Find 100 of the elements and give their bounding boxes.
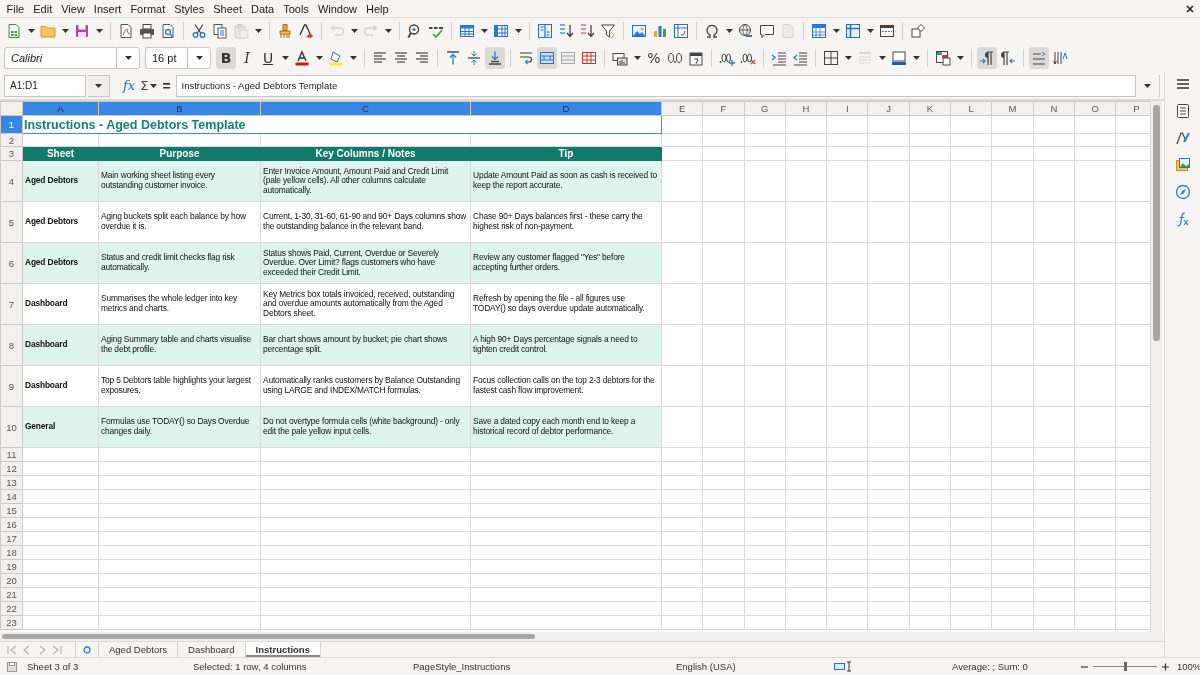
dropdown-button[interactable] (88, 74, 110, 97)
caret-icon[interactable] (833, 29, 840, 33)
caret-icon[interactable] (95, 83, 102, 88)
column-header[interactable]: I (826, 101, 868, 116)
formula-button[interactable]: = (159, 77, 174, 94)
column-header[interactable]: K (909, 101, 951, 116)
caret-icon[interactable] (957, 56, 964, 60)
row-header[interactable]: 10 (0, 406, 23, 448)
formula-input[interactable]: Instructions - Aged Debtors Template (175, 74, 1136, 97)
table-cell: Top 5 Debtors table highlights your largest exposures. (98, 365, 261, 407)
column-header[interactable]: F (702, 101, 745, 116)
column-header[interactable]: A (22, 101, 99, 116)
scrollbar-thumb[interactable] (1153, 105, 1160, 341)
percent-button[interactable]: % (644, 47, 664, 69)
caret-icon[interactable] (913, 56, 920, 60)
remove-decimal-icon (740, 50, 756, 66)
banknote-icon (612, 50, 628, 66)
column-header[interactable]: M (991, 101, 1034, 116)
underline-button[interactable]: U (258, 47, 278, 69)
row-header[interactable]: 8 (0, 324, 23, 366)
column-header[interactable]: D (470, 101, 662, 116)
caret-icon[interactable] (282, 56, 289, 60)
caret-icon[interactable] (845, 56, 852, 60)
compass-icon[interactable] (1175, 184, 1191, 200)
caret-icon[interactable] (255, 29, 262, 33)
menu-item[interactable]: File (2, 2, 29, 15)
caret-icon[interactable] (28, 29, 35, 33)
text-horizontal-button[interactable] (1029, 47, 1049, 69)
italic-button[interactable]: I (237, 47, 257, 69)
merge-and-center-button[interactable] (537, 47, 557, 69)
caret-icon[interactable] (350, 56, 357, 60)
name-box[interactable]: A1:D1 (4, 74, 86, 97)
column-header[interactable]: B (98, 101, 261, 116)
sheet-tab[interactable]: Instructions (245, 642, 321, 657)
menu-item[interactable]: Help (361, 2, 394, 15)
caret-icon[interactable] (515, 29, 522, 33)
language[interactable]: English (USA) (676, 661, 834, 672)
table-cell: Do not overtype formula cells (white background) - only edit the pale yellow input cells. (260, 406, 471, 448)
pdf-document-icon (118, 23, 134, 39)
dropdown-button[interactable] (187, 47, 211, 69)
column-header[interactable]: L (950, 101, 992, 116)
row-header[interactable]: 6 (0, 242, 23, 284)
left-to-right-button[interactable] (977, 47, 997, 69)
caret-icon[interactable] (62, 29, 69, 33)
row-header[interactable]: 5 (0, 201, 23, 243)
menu-item[interactable]: Insert (89, 2, 126, 15)
bold-button[interactable]: B (216, 47, 236, 69)
table-cell: Aging buckets split each balance by how overdue it is. (98, 201, 261, 243)
caret-icon[interactable] (1144, 83, 1151, 88)
menu-item[interactable]: Sheet (208, 2, 247, 15)
caret-icon[interactable] (316, 56, 323, 60)
align-bottom-button[interactable] (485, 47, 505, 69)
font-size-field[interactable]: 16 pt (145, 47, 187, 69)
menu-item[interactable]: Data (246, 2, 279, 15)
caret-icon[interactable] (351, 29, 358, 33)
row-header[interactable]: 9 (0, 365, 23, 407)
column-header[interactable]: N (1033, 101, 1075, 116)
column-header[interactable]: O (1074, 101, 1116, 116)
row-header[interactable]: 7 (0, 283, 23, 325)
column-header[interactable]: C (260, 101, 471, 116)
close-icon[interactable] (1185, 3, 1196, 14)
selection-mode-icon[interactable] (834, 661, 852, 672)
column-header[interactable]: J (868, 101, 910, 116)
caret-icon[interactable] (96, 29, 103, 33)
menu-icon[interactable] (1175, 76, 1191, 92)
function-wizard-button[interactable]: fx (120, 78, 139, 93)
column-header[interactable]: P (1115, 101, 1150, 116)
zoom-level[interactable]: 100% (1177, 661, 1200, 672)
table-cell: Aged Debtors (22, 201, 99, 243)
caret-icon[interactable] (481, 29, 488, 33)
gallery-icon[interactable] (1175, 157, 1191, 173)
slider-thumb[interactable] (1124, 662, 1127, 671)
menu-item[interactable]: Window (313, 2, 362, 15)
menu-item[interactable]: View (56, 2, 90, 15)
properties-icon[interactable] (1175, 103, 1191, 119)
caret-icon[interactable] (150, 83, 158, 88)
caret-icon[interactable] (726, 29, 733, 33)
font-name-field[interactable]: Calibri (4, 47, 116, 69)
zoom-in-icon[interactable] (1161, 662, 1170, 671)
table-cell: Aged Debtors (22, 160, 99, 202)
caret-icon[interactable] (879, 56, 886, 60)
caret-icon[interactable] (385, 29, 392, 33)
caret-icon[interactable] (867, 29, 874, 33)
caret-icon[interactable] (634, 56, 641, 60)
menu-item[interactable]: Format (125, 2, 170, 15)
caret-icon[interactable] (124, 56, 132, 60)
menu-item[interactable]: Tools (278, 2, 314, 15)
table-cell: Dashboard (22, 283, 99, 325)
function-icon[interactable] (1175, 211, 1191, 227)
dropdown-button[interactable] (116, 47, 140, 69)
page-style[interactable]: PageStyle_Instructions (413, 661, 676, 672)
column-header[interactable]: G (744, 101, 786, 116)
row-header[interactable]: 4 (0, 160, 23, 202)
column-header[interactable]: E (661, 101, 703, 116)
column-header[interactable]: H (785, 101, 827, 116)
menu-item[interactable]: Edit (28, 2, 57, 15)
scrollbar-thumb[interactable] (2, 634, 535, 639)
menu-item[interactable]: Styles (169, 2, 209, 15)
caret-icon[interactable] (195, 56, 203, 60)
sum-button[interactable]: Σ (140, 78, 149, 93)
